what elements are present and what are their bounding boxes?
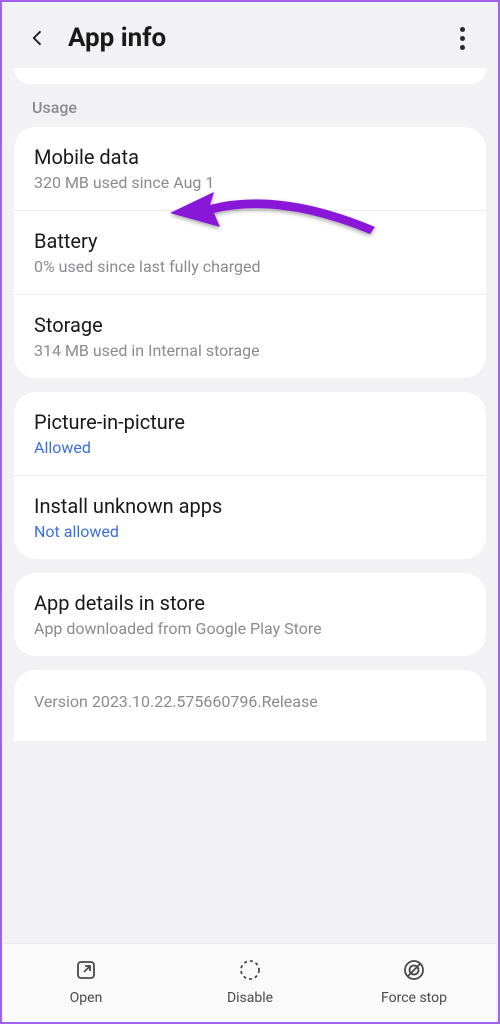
row-mobile-data[interactable]: Mobile data 320 MB used since Aug 1 [14, 127, 486, 210]
disable-button[interactable]: Disable [190, 956, 310, 1006]
open-button[interactable]: Open [26, 956, 146, 1006]
row-title: Mobile data [34, 145, 466, 169]
row-picture-in-picture[interactable]: Picture-in-picture Allowed [14, 392, 486, 475]
row-app-details-in-store[interactable]: App details in store App downloaded from… [14, 573, 486, 656]
prev-card-bottom [14, 68, 486, 84]
section-label-usage: Usage [2, 98, 498, 127]
row-sub: App downloaded from Google Play Store [34, 619, 466, 638]
row-title: Battery [34, 229, 466, 253]
row-sub: Not allowed [34, 522, 466, 541]
dot-icon [460, 45, 465, 50]
row-sub: Allowed [34, 438, 466, 457]
header: App info [2, 2, 498, 68]
page-title: App info [68, 23, 446, 53]
row-title: Picture-in-picture [34, 410, 466, 434]
open-label: Open [70, 990, 103, 1006]
bottom-bar: Open Disable Force stop [4, 943, 496, 1022]
usage-card: Mobile data 320 MB used since Aug 1 Batt… [14, 127, 486, 378]
version-text: Version 2023.10.22.575660796.Release [34, 692, 466, 711]
disable-label: Disable [227, 990, 273, 1006]
row-sub: 320 MB used since Aug 1 [34, 173, 466, 192]
row-battery[interactable]: Battery 0% used since last fully charged [14, 210, 486, 294]
version-card: Version 2023.10.22.575660796.Release [14, 670, 486, 741]
row-title: Storage [34, 313, 466, 337]
disable-icon [236, 956, 264, 984]
force-stop-icon [400, 956, 428, 984]
row-install-unknown-apps[interactable]: Install unknown apps Not allowed [14, 475, 486, 559]
force-stop-button[interactable]: Force stop [354, 956, 474, 1006]
row-sub: 314 MB used in Internal storage [34, 341, 466, 360]
row-storage[interactable]: Storage 314 MB used in Internal storage [14, 294, 486, 378]
store-card: App details in store App downloaded from… [14, 573, 486, 656]
chevron-left-icon [28, 28, 48, 48]
dot-icon [460, 27, 465, 32]
more-options-button[interactable] [446, 22, 478, 54]
permissions-card: Picture-in-picture Allowed Install unkno… [14, 392, 486, 559]
back-button[interactable] [22, 22, 54, 54]
dot-icon [460, 36, 465, 41]
open-icon [72, 956, 100, 984]
force-stop-label: Force stop [381, 990, 447, 1006]
row-title: Install unknown apps [34, 494, 466, 518]
row-sub: 0% used since last fully charged [34, 257, 466, 276]
row-title: App details in store [34, 591, 466, 615]
